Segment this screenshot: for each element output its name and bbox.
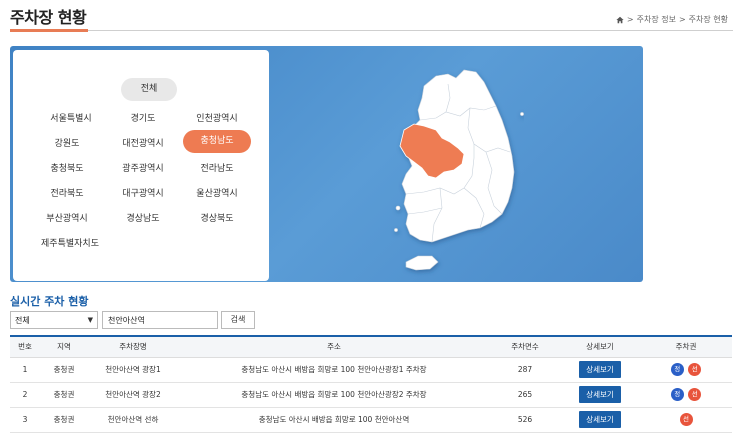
cell-region: 충청권 [40,357,88,383]
chevron-down-icon: ▼ [87,316,93,324]
table-row: 1 충청권 천안아산역 광장1 충청남도 아산시 배방읍 희망로 100 천안아… [10,357,732,383]
search-button[interactable]: 검색 [221,311,255,329]
cell-detail: 상세보기 [560,407,640,433]
table-row: 2 충청권 천안아산역 광장2 충청남도 아산시 배방읍 희망로 100 천안아… [10,382,732,408]
region-button-seoul[interactable]: 서울특별시 [37,111,105,124]
cell-name: 천안아산역 선하 [88,407,178,433]
parking-table: 번호 지역 주차장명 주소 주차면수 상세보기 주차권 1 충청권 천안아산역 … [10,335,732,433]
pass-badge-regular[interactable]: 정 [670,363,684,376]
cell-name: 천안아산역 광장1 [88,357,178,383]
detail-button[interactable]: 상세보기 [579,386,621,403]
region-filter-select[interactable]: 전체 ▼ [10,311,98,329]
header-detail: 상세보기 [560,336,640,358]
region-button-gyeongnam[interactable]: 경상남도 [113,211,173,224]
region-filter-value: 전체 [15,315,30,325]
region-button-jeonnam[interactable]: 전라남도 [183,161,251,174]
header-address: 주소 [178,336,490,358]
page-title: 주차장 현황 [10,8,87,27]
region-button-chungnam[interactable]: 충청남도 [183,130,251,153]
pass-badge-prepaid[interactable]: 선 [688,388,702,401]
cell-spaces: 265 [490,382,560,408]
region-button-jeonbuk[interactable]: 전라북도 [37,186,97,199]
header-no: 번호 [10,336,40,358]
detail-button[interactable]: 상세보기 [579,411,621,428]
cell-detail: 상세보기 [560,357,640,383]
breadcrumb-separator: > [678,15,686,24]
region-button-gyeonggi[interactable]: 경기도 [113,111,173,124]
region-button-busan[interactable]: 부산광역시 [37,211,97,224]
breadcrumb-separator: > [626,15,634,24]
search-input[interactable]: 천안아산역 [102,311,218,329]
title-underline [88,30,733,31]
region-button-daejeon[interactable]: 대전광역시 [113,136,173,149]
region-button-chungbuk[interactable]: 충청북도 [37,161,97,174]
pass-badge-prepaid[interactable]: 선 [688,363,702,376]
cell-region: 충청권 [40,382,88,408]
cell-region: 충청권 [40,407,88,433]
cell-address: 충청남도 아산시 배방읍 희망로 100 천안아산광장1 주차장 [178,357,490,383]
home-icon[interactable] [616,16,624,24]
region-button-daegu[interactable]: 대구광역시 [113,186,173,199]
region-panel: 전체 서울특별시 경기도 인천광역시 강원도 대전광역시 충청남도 충청북도 광… [10,46,643,282]
header-region: 지역 [40,336,88,358]
cell-pass: 정 선 [640,357,732,383]
cell-detail: 상세보기 [560,382,640,408]
region-button-gwangju[interactable]: 광주광역시 [113,161,173,174]
header-pass: 주차권 [640,336,732,358]
region-list: 전체 서울특별시 경기도 인천광역시 강원도 대전광역시 충청남도 충청북도 광… [13,50,269,281]
cell-no: 2 [10,382,40,408]
region-button-gyeongbuk[interactable]: 경상북도 [183,211,251,224]
map-jeju [405,255,439,271]
region-button-gangwon[interactable]: 강원도 [37,136,97,149]
pass-badge-prepaid[interactable]: 선 [679,413,693,426]
table-row: 3 충청권 천안아산역 선하 충청남도 아산시 배방읍 희망로 100 천안아산… [10,407,732,433]
cell-spaces: 526 [490,407,560,433]
table-header-row: 번호 지역 주차장명 주소 주차면수 상세보기 주차권 [10,336,732,358]
breadcrumb-item-parking-status[interactable]: 주차장 현황 [689,14,728,25]
cell-pass: 정 선 [640,382,732,408]
korea-map [384,48,524,282]
cell-spaces: 287 [490,357,560,383]
region-button-incheon[interactable]: 인천광역시 [183,111,251,124]
header-spaces: 주차면수 [490,336,560,358]
cell-address: 충청남도 아산시 배방읍 희망로 100 천안아산역 [178,407,490,433]
region-button-ulsan[interactable]: 울산광역시 [183,186,251,199]
cell-address: 충청남도 아산시 배방읍 희망로 100 천안아산광장2 주차장 [178,382,490,408]
realtime-section-title: 실시간 주차 현황 [10,295,89,308]
cell-no: 3 [10,407,40,433]
cell-pass: 선 [640,407,732,433]
breadcrumb: > 주차장 정보 > 주차장 현황 [616,14,728,25]
region-button-jeju[interactable]: 제주특별자치도 [35,236,105,249]
cell-name: 천안아산역 광장2 [88,382,178,408]
title-underline-accent [10,29,88,32]
breadcrumb-item-parking-info[interactable]: 주차장 정보 [637,14,676,25]
detail-button[interactable]: 상세보기 [579,361,621,378]
region-button-all[interactable]: 전체 [121,78,177,101]
cell-no: 1 [10,357,40,383]
pass-badge-regular[interactable]: 정 [670,388,684,401]
header-name: 주차장명 [88,336,178,358]
